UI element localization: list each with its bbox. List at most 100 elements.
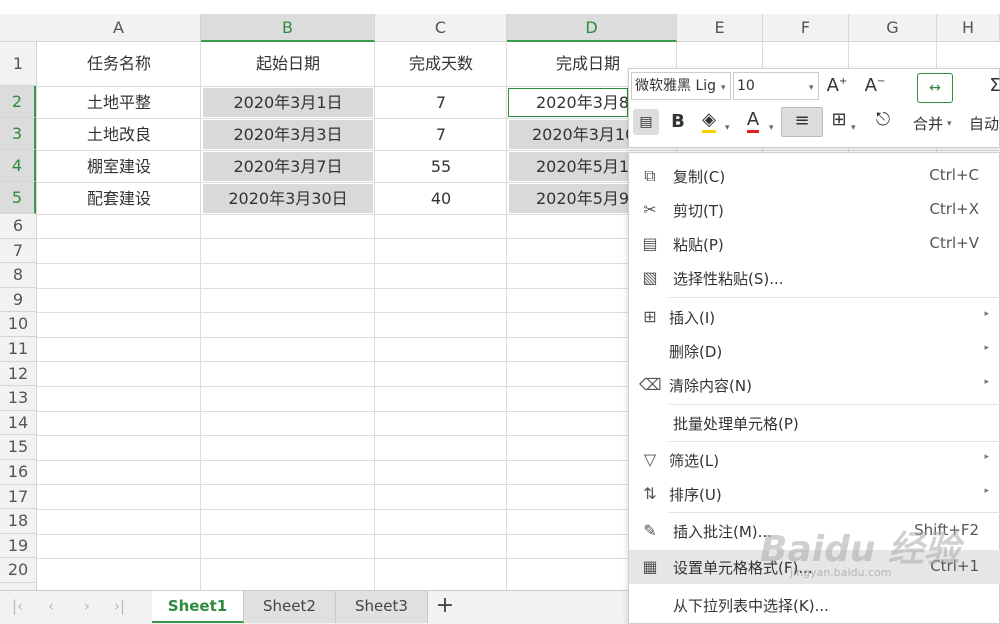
column-header-b[interactable]: B (201, 14, 375, 42)
bold-button[interactable]: B (667, 111, 689, 132)
format-painter-icon[interactable]: ▤ (633, 109, 659, 135)
cell-d3[interactable]: 2020年3月10日 (509, 120, 628, 149)
sheet-tab-sheet2[interactable]: Sheet2 (244, 591, 336, 623)
font-color-dropdown-icon[interactable]: ▾ (769, 123, 774, 133)
row-header-19[interactable]: 19 (0, 534, 36, 559)
submenu-arrow-icon: ▸ (984, 452, 989, 462)
menu-item-copy[interactable]: ⧉ 复制(C) Ctrl+C (629, 159, 1000, 193)
border-icon[interactable]: ⊞ (827, 109, 851, 130)
prev-sheet-icon[interactable]: ‹ (48, 597, 54, 615)
header-cell-task-name[interactable]: 任务名称 (37, 42, 201, 86)
menu-item-sort[interactable]: ⇅ 排序(U) ▸ (629, 477, 1000, 511)
menu-item-label: 插入批注(M)... (673, 523, 772, 541)
cell-a2[interactable]: 土地平整 (37, 87, 201, 118)
submenu-arrow-icon: ▸ (984, 377, 989, 387)
menu-item-clear-contents[interactable]: ⌫ 清除内容(N) ▸ (629, 368, 1000, 402)
row-header-8[interactable]: 8 (0, 263, 36, 288)
menu-item-label: 粘贴(P) (673, 236, 724, 254)
cell-d4[interactable]: 2020年5月1 (509, 152, 628, 181)
cell-c3[interactable]: 7 (375, 119, 507, 150)
cell-a4[interactable]: 棚室建设 (37, 151, 201, 182)
increase-font-icon[interactable]: A+ (825, 75, 849, 96)
add-sheet-button[interactable]: + (428, 591, 462, 623)
sheet-tab-sheet1[interactable]: Sheet1 (152, 591, 244, 623)
row-header-14[interactable]: 14 (0, 411, 36, 436)
fill-color-dropdown-icon[interactable]: ▾ (725, 123, 730, 133)
cell-c2[interactable]: 7 (375, 87, 507, 118)
row-header-4[interactable]: 4 (0, 150, 36, 182)
cell-b4[interactable]: 2020年3月7日 (203, 152, 373, 181)
cell-a5[interactable]: 配套建设 (37, 183, 201, 214)
column-header-e[interactable]: E (677, 14, 763, 42)
menu-item-shortcut: Ctrl+V (929, 234, 979, 252)
row-header-6[interactable]: 6 (0, 214, 36, 239)
first-sheet-icon[interactable]: |‹ (12, 597, 23, 615)
clear-format-icon[interactable]: ⎋ (871, 109, 895, 130)
header-cell-end-date[interactable]: 完成日期 (507, 42, 628, 86)
cell-b5[interactable]: 2020年3月30日 (203, 184, 373, 213)
row-header-2[interactable]: 2 (0, 86, 36, 118)
fill-color-icon[interactable]: ◈ (697, 109, 721, 133)
menu-item-paste-special[interactable]: ▧ 选择性粘贴(S)... (629, 261, 1000, 295)
font-name-dropdown-icon[interactable]: ▾ (721, 83, 726, 93)
menu-item-cut[interactable]: ✂ 剪切(T) Ctrl+X (629, 193, 1000, 227)
row-header-5[interactable]: 5 (0, 182, 36, 214)
border-dropdown-icon[interactable]: ▾ (851, 123, 856, 133)
font-name-select[interactable]: 微软雅黑 Lig (631, 72, 731, 100)
menu-item-label: 清除内容(N) (669, 377, 752, 395)
font-color-button[interactable]: A (741, 109, 765, 133)
filter-icon: ▽ (643, 450, 657, 469)
cell-b2[interactable]: 2020年3月1日 (203, 88, 373, 117)
menu-item-paste[interactable]: ▤ 粘贴(P) Ctrl+V (629, 227, 1000, 261)
row-header-17[interactable]: 17 (0, 485, 36, 510)
watermark-brand: Baidu 经验 (760, 529, 961, 570)
row-header-18[interactable]: 18 (0, 509, 36, 534)
cell-b3[interactable]: 2020年3月3日 (203, 120, 373, 149)
autofit-icon[interactable]: Σ (989, 75, 1000, 96)
row-header-13[interactable]: 13 (0, 386, 36, 411)
menu-item-batch-process[interactable]: 批量处理单元格(P) (629, 406, 1000, 440)
next-sheet-icon[interactable]: › (84, 597, 90, 615)
font-size-dropdown-icon[interactable]: ▾ (809, 83, 814, 93)
header-cell-days[interactable]: 完成天数 (375, 42, 507, 86)
align-icon[interactable]: ≡ (781, 107, 823, 137)
menu-item-filter[interactable]: ▽ 筛选(L) ▸ (629, 443, 1000, 477)
menu-item-insert[interactable]: ⊞ 插入(I) ▸ (629, 300, 1000, 334)
row-header-15[interactable]: 15 (0, 435, 36, 460)
sheet-tab-sheet3[interactable]: Sheet3 (336, 591, 428, 623)
row-header-12[interactable]: 12 (0, 362, 36, 387)
cell-c5[interactable]: 40 (375, 183, 507, 214)
merge-label[interactable]: 合并 (913, 113, 943, 134)
row-headers: 1 2 3 4 5 6 7 8 9 10 11 12 13 14 15 16 1… (0, 42, 37, 590)
row-header-1[interactable]: 1 (0, 42, 36, 86)
font-color-letter: A (746, 110, 760, 133)
column-header-a[interactable]: A (37, 14, 201, 42)
eraser-icon: ⌫ (639, 375, 662, 394)
row-header-11[interactable]: 11 (0, 337, 36, 362)
header-cell-start-date[interactable]: 起始日期 (201, 42, 375, 86)
column-header-f[interactable]: F (763, 14, 849, 42)
row-header-16[interactable]: 16 (0, 460, 36, 485)
row-header-9[interactable]: 9 (0, 288, 36, 313)
autofit-label[interactable]: 自动 (969, 113, 1000, 134)
row-header-10[interactable]: 10 (0, 312, 36, 337)
row-header-7[interactable]: 7 (0, 239, 36, 264)
last-sheet-icon[interactable]: ›| (114, 597, 125, 615)
menu-item-delete[interactable]: 删除(D) ▸ (629, 334, 1000, 368)
row-header-3[interactable]: 3 (0, 118, 36, 150)
cell-a3[interactable]: 土地改良 (37, 119, 201, 150)
cell-c4[interactable]: 55 (375, 151, 507, 182)
column-header-h[interactable]: H (937, 14, 1000, 42)
column-header-c[interactable]: C (375, 14, 507, 42)
column-header-d[interactable]: D (507, 14, 677, 42)
cell-d5[interactable]: 2020年5月9 (509, 184, 628, 213)
merge-icon[interactable]: ↔ (917, 73, 953, 103)
merge-dropdown-icon[interactable]: ▾ (947, 119, 952, 129)
font-size-select[interactable]: 10 (733, 72, 819, 100)
menu-item-label: 筛选(L) (669, 452, 720, 470)
cell-d2-active[interactable]: 2020年3月8 (508, 88, 628, 117)
baidu-watermark: Baidu 经验 jingyan.baidu.com (760, 520, 1000, 600)
decrease-font-icon[interactable]: A− (863, 75, 887, 96)
row-header-20[interactable]: 20 (0, 558, 36, 583)
column-header-g[interactable]: G (849, 14, 937, 42)
